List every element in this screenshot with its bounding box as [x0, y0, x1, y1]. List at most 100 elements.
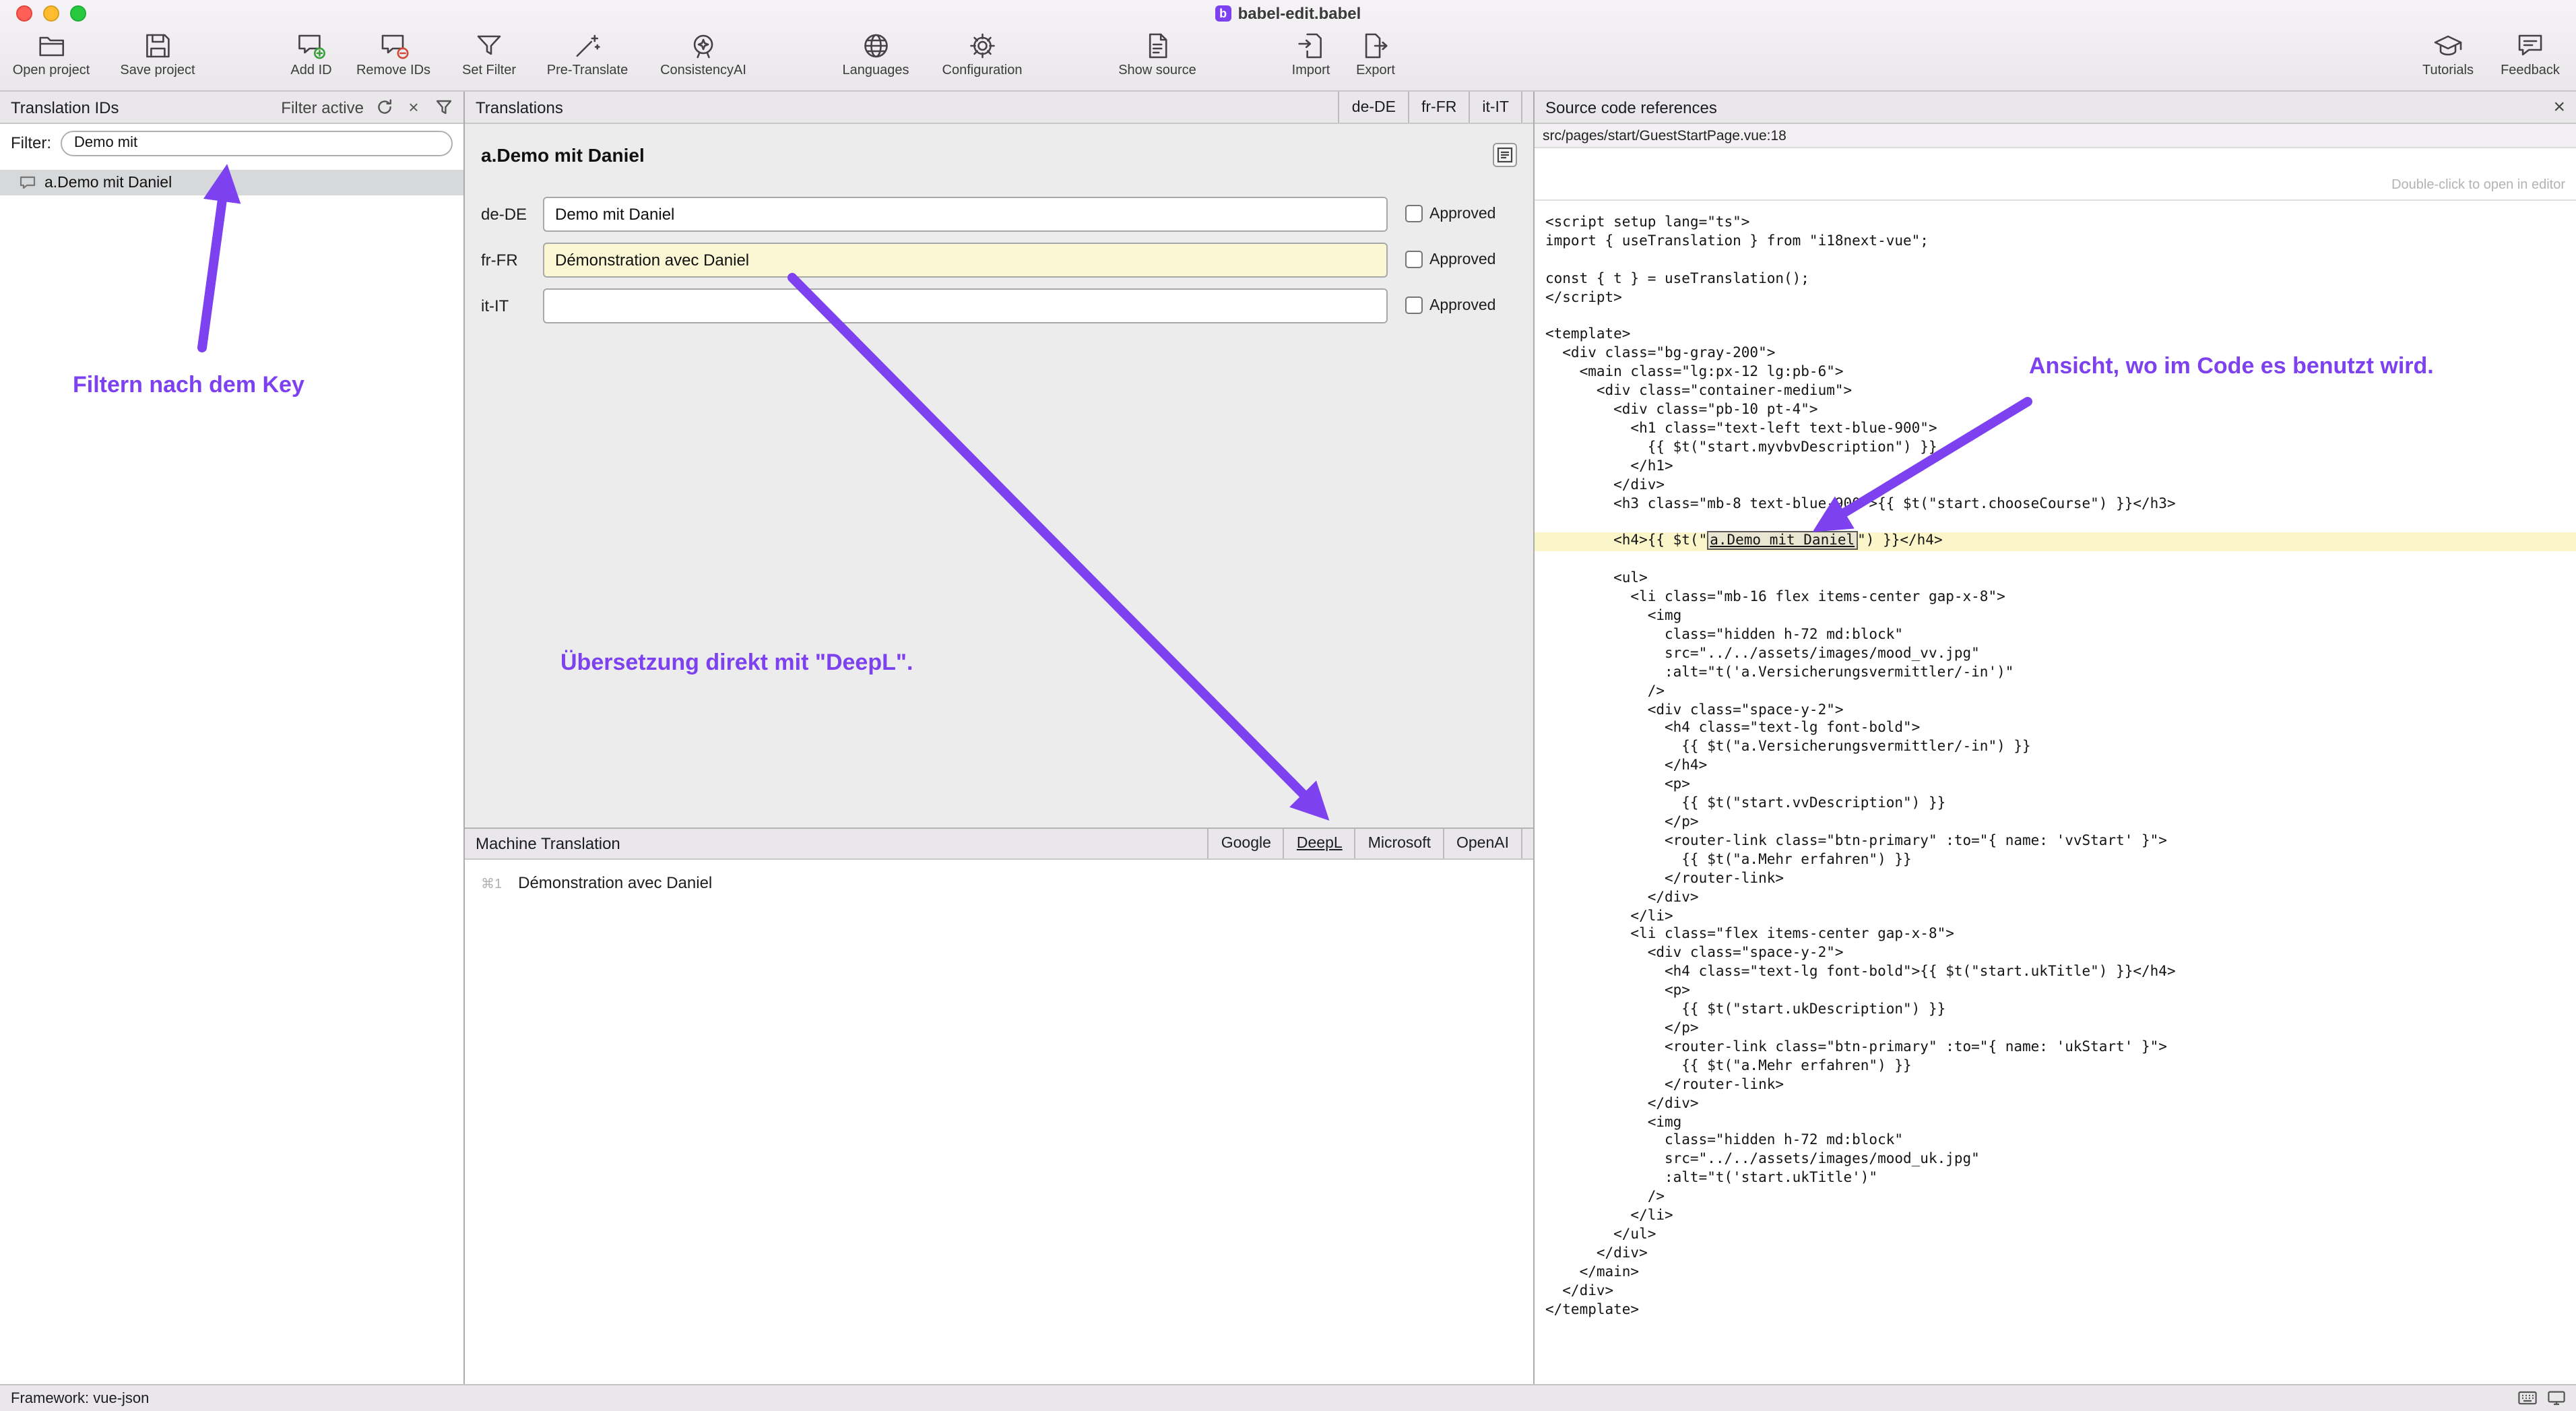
feedback-icon	[2515, 31, 2545, 61]
mt-provider-deepl[interactable]: DeepL	[1283, 829, 1355, 858]
language-label: fr-FR	[481, 250, 543, 269]
approved-label: Approved	[1429, 251, 1495, 268]
save-project-button[interactable]: Save project	[120, 31, 195, 78]
code-line: <router-link class="btn-primary" :to="{ …	[1535, 1039, 2576, 1058]
tutorials-button[interactable]: Tutorials	[2422, 31, 2474, 78]
code-line: <div class="bg-gray-200">	[1535, 346, 2576, 365]
languages-button[interactable]: Languages	[843, 31, 909, 78]
code-line: <h1 class="text-left text-blue-900">	[1535, 420, 2576, 439]
translation-input-de[interactable]	[543, 196, 1388, 231]
clear-filter-icon[interactable]: ×	[404, 98, 423, 117]
code-line: <div class="space-y-2">	[1535, 701, 2576, 720]
file-reference-bar[interactable]: src/pages/start/GuestStartPage.vue:18	[1535, 124, 2576, 148]
lang-tab-de[interactable]: de-DE	[1339, 92, 1408, 123]
code-line: <h4 class="text-lg font-bold">	[1535, 720, 2576, 739]
code-line: {{ $t("a.Mehr erfahren") }}	[1535, 1058, 2576, 1077]
source-code-references-panel: Source code references × src/pages/start…	[1535, 92, 2576, 1384]
bubble-plus-icon	[296, 31, 326, 61]
code-line: class="hidden h-72 md:block"	[1535, 1133, 2576, 1152]
zoom-window-button[interactable]	[70, 5, 86, 22]
toolbar-label: Add ID	[290, 63, 331, 78]
import-button[interactable]: Import	[1292, 31, 1330, 78]
display-icon[interactable]	[2548, 1391, 2565, 1406]
code-line: </h4>	[1535, 758, 2576, 777]
code-line: />	[1535, 1189, 2576, 1208]
editor-hint: Double-click to open in editor	[2391, 178, 2565, 193]
note-icon	[1497, 147, 1513, 163]
feedback-button[interactable]: Feedback	[2501, 31, 2560, 78]
minimize-window-button[interactable]	[43, 5, 59, 22]
translation-id-list: a.Demo mit Daniel	[0, 162, 463, 1384]
code-line: <div class="space-y-2">	[1535, 945, 2576, 964]
panel-title: Machine Translation	[476, 834, 620, 853]
funnel-icon	[474, 31, 504, 61]
translation-id-label: a.Demo mit Daniel	[44, 175, 172, 191]
remove-ids-button[interactable]: Remove IDs	[356, 31, 430, 78]
code-line: <p>	[1535, 982, 2576, 1001]
approved-label: Approved	[1429, 206, 1495, 222]
translations-panel: Translations de-DE fr-FR it-IT a.Demo mi…	[465, 92, 1535, 1384]
consistency-ai-button[interactable]: ConsistencyAI	[660, 31, 746, 78]
code-line: <li class="flex items-center gap-x-8">	[1535, 927, 2576, 945]
approved-checkbox-fr[interactable]	[1405, 251, 1423, 268]
save-icon	[143, 31, 172, 61]
approved-checkbox-it[interactable]	[1405, 296, 1423, 314]
window-title-text: babel-edit.babel	[1238, 4, 1361, 23]
highlighted-translation-key[interactable]: a.Demo mit Daniel	[1707, 532, 1857, 551]
close-panel-icon[interactable]: ×	[2553, 97, 2565, 117]
code-line: </template>	[1535, 1301, 2576, 1320]
code-line: src="../../assets/images/mood_vv.jpg"	[1535, 646, 2576, 664]
toolbar-label: Export	[1356, 63, 1395, 78]
code-line: </router-link>	[1535, 870, 2576, 889]
code-line: src="../../assets/images/mood_uk.jpg"	[1535, 1152, 2576, 1170]
filter-icon[interactable]	[434, 98, 453, 117]
code-line: </div>	[1535, 1282, 2576, 1301]
translation-id-item[interactable]: a.Demo mit Daniel	[0, 170, 463, 195]
code-line	[1535, 552, 2576, 571]
window-title: b babel-edit.babel	[1215, 4, 1361, 23]
keyboard-icon[interactable]	[2518, 1391, 2537, 1406]
translations-area: a.Demo mit Daniel de-DE Approved fr-FR	[465, 124, 1533, 827]
set-filter-button[interactable]: Set Filter	[462, 31, 516, 78]
configuration-button[interactable]: Configuration	[942, 31, 1023, 78]
pre-translate-button[interactable]: Pre-Translate	[547, 31, 628, 78]
mt-provider-buttons: Google DeepL Microsoft OpenAI	[1208, 829, 1522, 858]
lang-tab-it[interactable]: it-IT	[1469, 92, 1522, 123]
refresh-icon[interactable]	[375, 98, 393, 117]
panel-title: Translations	[476, 98, 563, 117]
gear-icon	[967, 31, 997, 61]
code-view[interactable]: <script setup lang="ts">import { useTran…	[1535, 201, 2576, 1384]
filter-input[interactable]	[61, 130, 453, 156]
hint-row: Double-click to open in editor	[1535, 148, 2576, 201]
code-line: <ul>	[1535, 570, 2576, 589]
show-source-button[interactable]: Show source	[1118, 31, 1196, 78]
toolbar-label: Remove IDs	[356, 63, 430, 78]
framework-label: Framework: vue-json	[11, 1390, 149, 1406]
language-tabs: de-DE fr-FR it-IT	[1339, 92, 1522, 123]
close-window-button[interactable]	[16, 5, 32, 22]
open-project-button[interactable]: Open project	[13, 31, 90, 78]
mt-provider-microsoft[interactable]: Microsoft	[1355, 829, 1443, 858]
translation-input-fr[interactable]	[543, 242, 1388, 277]
tutorials-icon	[2433, 31, 2463, 61]
translation-input-it[interactable]	[543, 288, 1388, 323]
code-line: <h4 class="text-lg font-bold">{{ $t("sta…	[1535, 964, 2576, 983]
mt-provider-google[interactable]: Google	[1208, 829, 1283, 858]
window-chrome: b babel-edit.babel Open project Save pro…	[0, 0, 2576, 92]
code-line: <img	[1535, 608, 2576, 627]
code-line: </main>	[1535, 1264, 2576, 1283]
export-button[interactable]: Export	[1356, 31, 1395, 78]
translations-header: Translations de-DE fr-FR it-IT	[465, 92, 1533, 124]
machine-translation-content: ⌘1 Démonstration avec Daniel	[465, 860, 1533, 1384]
mt-provider-openai[interactable]: OpenAI	[1443, 829, 1522, 858]
import-icon	[1296, 31, 1326, 61]
traffic-lights	[16, 5, 86, 22]
code-line: {{ $t("start.myvbvDescription") }}	[1535, 439, 2576, 458]
code-line: <router-link class="btn-primary" :to="{ …	[1535, 833, 2576, 852]
approved-checkbox-de[interactable]	[1405, 205, 1423, 222]
add-id-button[interactable]: Add ID	[290, 31, 331, 78]
entry-id-heading: a.Demo mit Daniel	[481, 144, 645, 166]
lang-tab-fr[interactable]: fr-FR	[1408, 92, 1469, 123]
note-button[interactable]	[1493, 143, 1517, 167]
mt-suggestion-row[interactable]: ⌘1 Démonstration avec Daniel	[481, 873, 1517, 892]
